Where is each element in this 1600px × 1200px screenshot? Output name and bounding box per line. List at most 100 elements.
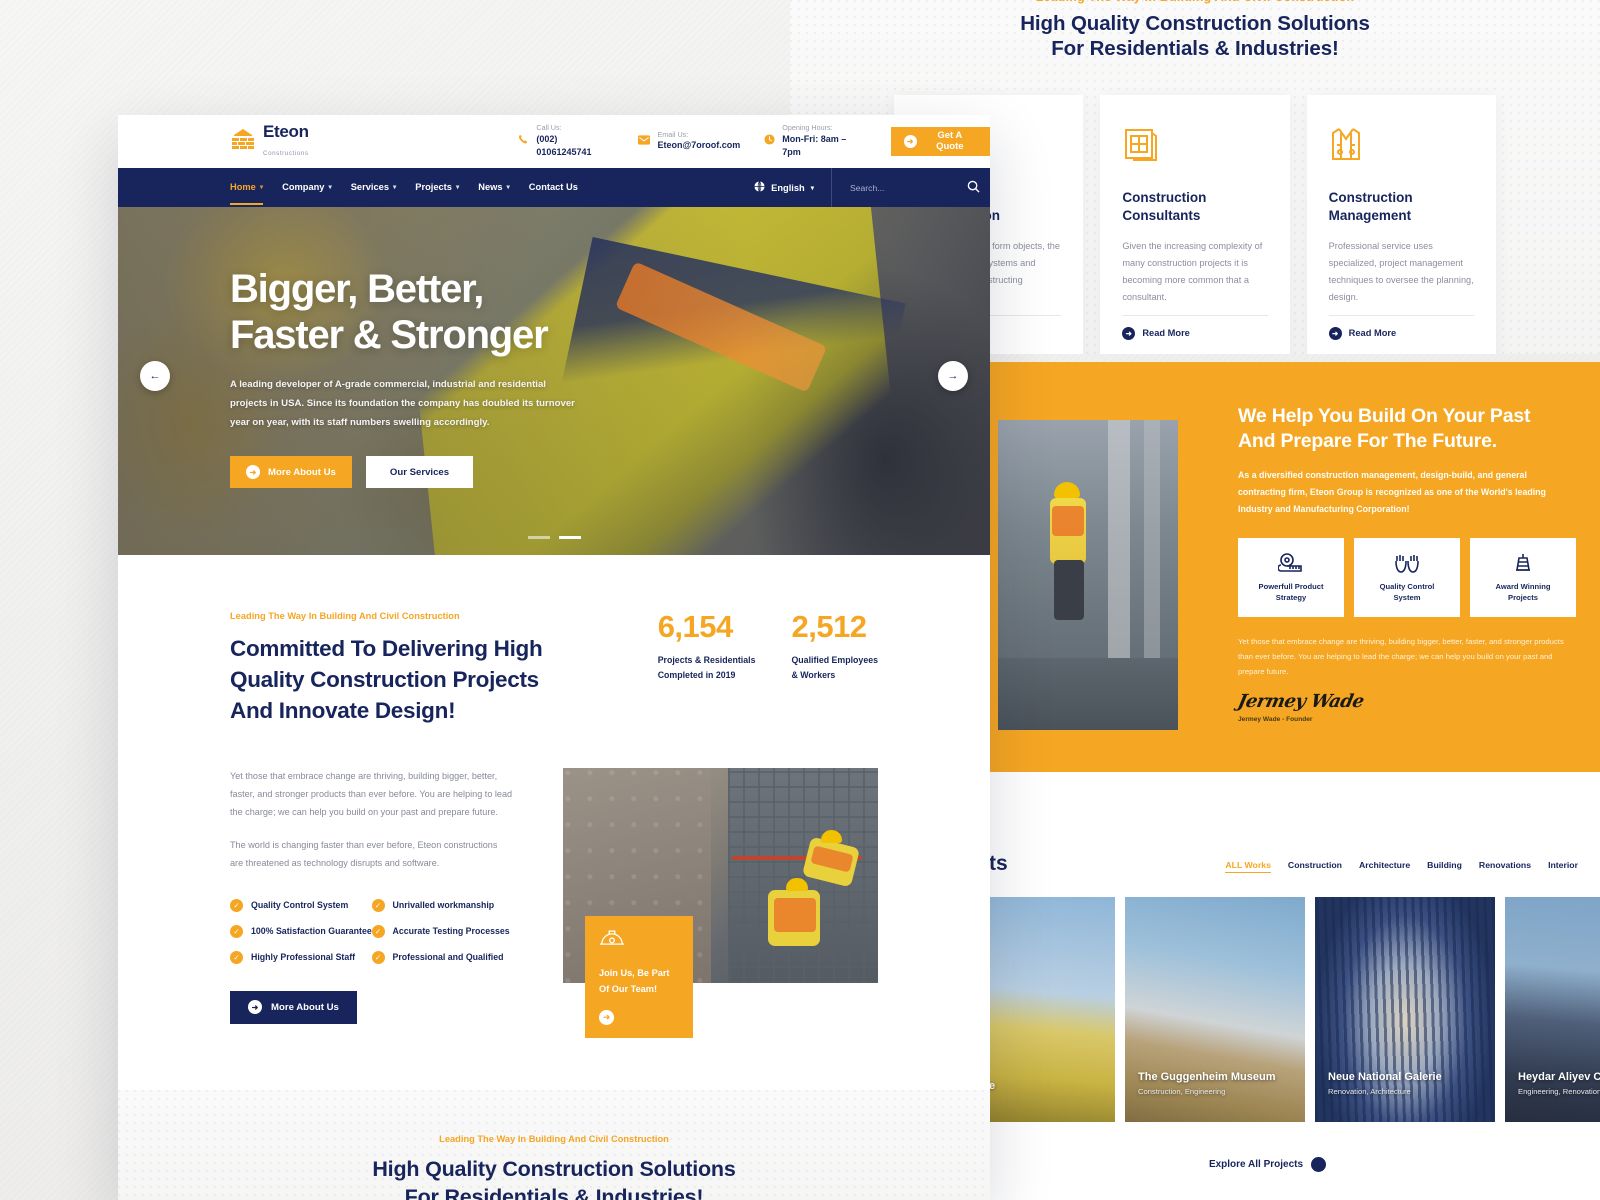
service-card-desc: Professional service uses specialized, p… bbox=[1328, 241, 1474, 303]
help-section-mockup: We Help You Build On Your Past And Prepa… bbox=[990, 362, 1600, 772]
project-card[interactable]: Heydar Aliyev Center Engineering, Renova… bbox=[1505, 897, 1600, 1122]
about-paragraph-2: The world is changing faster than ever b… bbox=[230, 840, 498, 869]
nav-item-home[interactable]: Home ▾ bbox=[230, 168, 264, 207]
about-paragraph-1: Yet those that embrace change are thrivi… bbox=[230, 771, 513, 817]
arrow-right-icon: ➜ bbox=[1122, 326, 1136, 340]
help-label-line1: Powerfull Product bbox=[1258, 581, 1324, 591]
get-a-quote-button[interactable]: ➜ Get A Quote bbox=[890, 126, 990, 156]
project-filter-interior[interactable]: Interior bbox=[1548, 860, 1578, 873]
nav-label: News bbox=[478, 182, 503, 192]
about-title: Committed To Delivering High Quality Con… bbox=[230, 636, 543, 724]
bottom-title: High Quality Construction Solutions For … bbox=[372, 1156, 735, 1200]
project-filter-renovations[interactable]: Renovations bbox=[1479, 860, 1531, 873]
language-selector[interactable]: English ▾ bbox=[754, 168, 832, 207]
help-feature-cards: Powerfull Product Strategy Quality Contr… bbox=[1238, 538, 1576, 618]
check-icon: ✓ bbox=[371, 924, 385, 938]
service-card[interactable]: Construction Consultants Given the incre… bbox=[1100, 95, 1290, 354]
nav-right-group: English ▾ bbox=[754, 168, 990, 207]
divider bbox=[1328, 314, 1474, 316]
contact-call-us[interactable]: Call Us: (002) 01061245741 bbox=[518, 123, 614, 159]
contact-email-us[interactable]: Email Us: Eteon@7oroof.com bbox=[638, 130, 741, 153]
join-us-card[interactable]: Join Us, Be Part Of Our Team! ➜ bbox=[585, 915, 693, 1038]
project-filter-architecture[interactable]: Architecture bbox=[1359, 860, 1410, 873]
help-label-line2: Strategy bbox=[1275, 593, 1307, 603]
check-icon: ✓ bbox=[230, 898, 243, 912]
service-card-name: Construction Consultants bbox=[1122, 189, 1267, 225]
clock-icon bbox=[764, 132, 775, 150]
service-card[interactable]: Construction Management Professional ser… bbox=[1306, 95, 1496, 354]
project-filter-all[interactable]: ALL Works bbox=[1225, 860, 1271, 873]
brand-logo[interactable]: Eteon Constructions bbox=[230, 123, 358, 160]
hero-next-arrow-icon[interactable]: → bbox=[938, 361, 968, 391]
read-more-link[interactable]: ➜ Read More bbox=[1122, 326, 1267, 340]
projects-section-mockup: ries! ojects ALL Works Construction Arch… bbox=[935, 772, 1600, 1200]
project-title: Heydar Aliyev Center bbox=[1518, 1071, 1600, 1083]
top-bar: Eteon Constructions Call Us: (002) 01061… bbox=[118, 115, 990, 168]
check-icon: ✓ bbox=[371, 950, 385, 964]
service-name-line1: Construction bbox=[1328, 190, 1413, 205]
feature-label: Accurate Testing Processes bbox=[392, 926, 510, 937]
project-filter-building[interactable]: Building bbox=[1427, 860, 1462, 873]
help-feature-label: Powerfull Product Strategy bbox=[1259, 581, 1324, 604]
language-label: English bbox=[771, 182, 805, 193]
feature-label: Quality Control System bbox=[251, 900, 349, 911]
arrow-right-icon[interactable]: ➜ bbox=[599, 1009, 614, 1025]
nav-item-services[interactable]: Services ▾ bbox=[351, 168, 397, 207]
nav-item-projects[interactable]: Projects ▾ bbox=[415, 168, 459, 207]
nav-item-contact-us[interactable]: Contact Us bbox=[529, 168, 578, 207]
about-more-about-us-button[interactable]: ➜ More About Us bbox=[230, 990, 357, 1024]
project-title: The Guggenheim Museum bbox=[1138, 1071, 1276, 1083]
help-label-line1: Award Winning bbox=[1495, 581, 1551, 591]
signature-script: Jermey Wade bbox=[1235, 691, 1366, 713]
hero-slider: Bigger, Better, Faster & Stronger A lead… bbox=[118, 207, 990, 555]
chevron-down-icon: ▾ bbox=[455, 184, 460, 191]
project-card[interactable]: Neue National Galerie Renovation, Archit… bbox=[1315, 897, 1495, 1122]
help-feature-card[interactable]: Award Winning Projects bbox=[1470, 538, 1576, 618]
navigation-bar: Home ▾ Company ▾ Services ▾ Projects ▾ N… bbox=[118, 168, 990, 207]
project-tags: Construction, Engineering bbox=[1138, 1087, 1226, 1096]
divider bbox=[1122, 314, 1268, 316]
feature-label: Highly Professional Staff bbox=[251, 952, 356, 963]
hero-dot-1[interactable] bbox=[527, 536, 550, 539]
about-section: Leading The Way In Building And Civil Co… bbox=[118, 555, 990, 1038]
search-button[interactable] bbox=[967, 180, 990, 196]
stat-label-line2: & Workers bbox=[791, 670, 836, 681]
contact-value: Eteon@7oroof.com bbox=[657, 140, 741, 151]
nav-item-company[interactable]: Company ▾ bbox=[282, 168, 332, 207]
brand-tagline: Constructions bbox=[263, 150, 309, 157]
nav-label: Home bbox=[230, 182, 256, 192]
hero-content: Bigger, Better, Faster & Stronger A lead… bbox=[230, 267, 660, 489]
project-card[interactable]: The Guggenheim Museum Construction, Engi… bbox=[1125, 897, 1305, 1122]
help-feature-card[interactable]: Quality Control System bbox=[1354, 538, 1460, 618]
check-icon: ✓ bbox=[230, 950, 243, 964]
hero-title-line1: Bigger, Better, bbox=[230, 267, 484, 311]
project-filter-construction[interactable]: Construction bbox=[1288, 860, 1342, 873]
quote-button-label: Get A Quote bbox=[936, 130, 964, 153]
bottom-title-line2: For Residentials & Industries! bbox=[404, 1184, 704, 1200]
projects-filter-tabs[interactable]: ALL Works Construction Architecture Buil… bbox=[1225, 860, 1578, 873]
chevron-down-icon: ▾ bbox=[328, 184, 332, 191]
service-name-line2: Consultants bbox=[1122, 208, 1201, 224]
nav-label: Projects bbox=[415, 182, 452, 192]
hero-more-about-us-button[interactable]: ➜ More About Us bbox=[230, 456, 352, 489]
chevron-down-icon: ▾ bbox=[259, 184, 264, 191]
hero-carousel-dots[interactable] bbox=[118, 536, 990, 539]
signature-caption: Jermey Wade - Founder bbox=[1238, 716, 1313, 724]
hero-prev-arrow-icon[interactable]: ← bbox=[140, 361, 170, 391]
explore-label: Explore All Projects bbox=[1208, 1159, 1304, 1170]
explore-all-projects-link[interactable]: Explore All Projects ➜ bbox=[935, 1157, 1600, 1172]
bottom-title-line1: High Quality Construction Solutions bbox=[372, 1156, 736, 1181]
read-more-label: Read More bbox=[1142, 328, 1190, 338]
hero-our-services-button[interactable]: Our Services bbox=[365, 456, 474, 489]
nav-item-news[interactable]: News ▾ bbox=[478, 168, 510, 207]
stats-group: 6,154 Projects & Residentials Completed … bbox=[658, 611, 878, 684]
read-more-link[interactable]: ➜ Read More bbox=[1328, 326, 1474, 340]
arrow-right-icon: ➜ bbox=[903, 134, 917, 148]
hero-title-line2: Faster & Stronger bbox=[230, 312, 549, 357]
arrow-right-icon: ➜ bbox=[1311, 1157, 1327, 1172]
help-feature-card[interactable]: Powerfull Product Strategy bbox=[1238, 538, 1344, 618]
stat-label-line1: Projects & Residentials bbox=[657, 655, 756, 665]
search-input[interactable] bbox=[850, 182, 950, 193]
hero-dot-2[interactable] bbox=[558, 536, 581, 539]
stat-label: Qualified Employees & Workers bbox=[791, 653, 878, 684]
